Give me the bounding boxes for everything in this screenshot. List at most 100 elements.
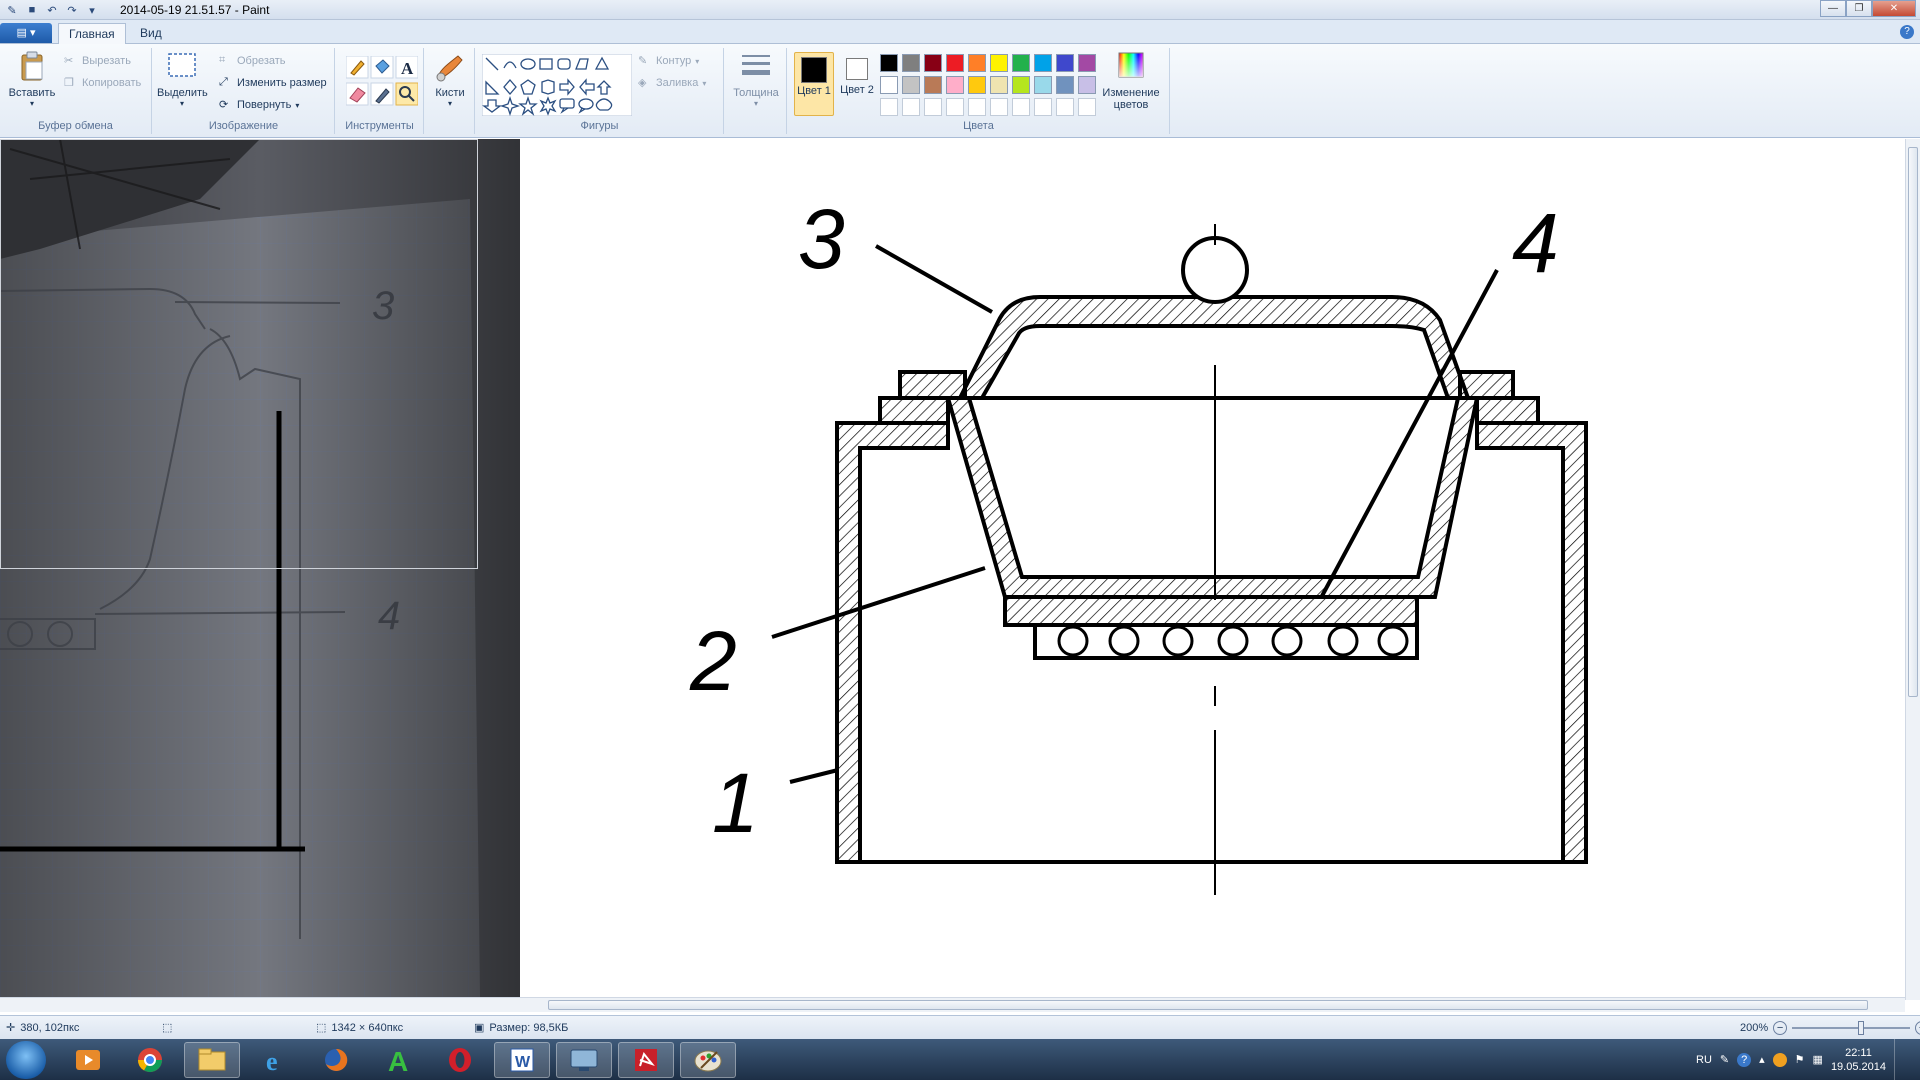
- help-tray-icon[interactable]: ?: [1737, 1052, 1752, 1067]
- color-swatch[interactable]: [1078, 76, 1096, 94]
- color-swatch[interactable]: [924, 76, 942, 94]
- clock[interactable]: 22:11 19.05.2014: [1831, 1046, 1886, 1074]
- opera-taskbar-icon[interactable]: [432, 1042, 488, 1078]
- drawing-canvas[interactable]: 1 2 3 4: [520, 139, 1905, 997]
- copy-button[interactable]: ❐ Копировать: [64, 76, 141, 90]
- minimize-button[interactable]: —: [1820, 0, 1846, 17]
- resize-button[interactable]: ⤢ Изменить размер: [219, 76, 327, 90]
- color-swatch[interactable]: [946, 54, 964, 72]
- canvas-workspace[interactable]: 3 4 1 2 3 4: [0, 139, 1905, 1000]
- color-swatch[interactable]: [1078, 54, 1096, 72]
- color-swatch[interactable]: [924, 98, 942, 116]
- size-button[interactable]: Толщина ▾: [731, 50, 781, 108]
- rotate-button[interactable]: ⟳ Повернуть ▾: [219, 98, 299, 112]
- pdf-reader-taskbar-icon[interactable]: [618, 1042, 674, 1078]
- shapes-gallery[interactable]: [482, 54, 632, 116]
- internet-explorer-taskbar-icon[interactable]: e: [248, 1042, 304, 1078]
- edit-colors-button[interactable]: Изменение цветов: [1098, 50, 1164, 111]
- color-swatch[interactable]: [946, 76, 964, 94]
- color-swatch[interactable]: [1078, 98, 1096, 116]
- tab-home[interactable]: Главная: [58, 23, 126, 44]
- vertical-scroll-thumb[interactable]: [1908, 147, 1918, 697]
- zoom-out-icon[interactable]: −: [1773, 1021, 1788, 1035]
- paste-button[interactable]: Вставить ▾: [4, 50, 60, 108]
- paint-taskbar-icon[interactable]: [680, 1042, 736, 1078]
- file-menu-button[interactable]: ▤ ▾: [0, 23, 52, 43]
- ribbon: Вставить ▾ ✂ Вырезать ❐ Копировать Буфер…: [0, 44, 1920, 138]
- horizontal-scrollbar[interactable]: [0, 997, 1905, 1012]
- a-app-taskbar-icon[interactable]: A: [370, 1042, 426, 1078]
- color-swatch[interactable]: [968, 98, 986, 116]
- color-swatch[interactable]: [880, 54, 898, 72]
- color-swatch[interactable]: [880, 76, 898, 94]
- color-swatch[interactable]: [990, 54, 1008, 72]
- tab-view[interactable]: Вид: [130, 23, 172, 44]
- color-swatch[interactable]: [968, 54, 986, 72]
- color-swatch[interactable]: [924, 54, 942, 72]
- chrome-taskbar-icon[interactable]: [122, 1042, 178, 1078]
- zoom-slider[interactable]: [1792, 1021, 1911, 1035]
- help-icon[interactable]: ?: [1900, 25, 1914, 39]
- undo-icon[interactable]: ↶: [44, 2, 60, 18]
- save-icon[interactable]: ■: [24, 2, 40, 18]
- color-swatch[interactable]: [902, 76, 920, 94]
- color-swatch[interactable]: [902, 54, 920, 72]
- image-dimensions-text: 1342 × 640пкс: [331, 1021, 404, 1034]
- tray-expand-icon[interactable]: ▴: [1759, 1053, 1765, 1066]
- cut-button[interactable]: ✂ Вырезать: [64, 54, 131, 68]
- color-swatch[interactable]: [1034, 98, 1052, 116]
- customize-qat-icon[interactable]: ▾: [84, 2, 100, 18]
- pasted-photo[interactable]: 3 4: [0, 139, 520, 997]
- fill-label: Заливка: [656, 77, 699, 89]
- redo-icon[interactable]: ↷: [64, 2, 80, 18]
- color-palette: [880, 54, 1098, 118]
- group-label-tools: Инструменты: [345, 120, 414, 132]
- select-button[interactable]: Выделить ▾: [157, 50, 208, 108]
- zoom-slider-thumb[interactable]: [1858, 1021, 1865, 1035]
- color1-swatch: [801, 57, 827, 83]
- brushes-button[interactable]: Кисти ▾: [429, 50, 471, 108]
- color-swatch[interactable]: [1034, 54, 1052, 72]
- color1-button[interactable]: Цвет 1: [794, 52, 834, 116]
- color-swatch[interactable]: [1034, 76, 1052, 94]
- file-size-text: Размер: 98,5КБ: [489, 1021, 569, 1034]
- ime-icon[interactable]: ✎: [1720, 1053, 1729, 1066]
- close-button[interactable]: ✕: [1872, 0, 1916, 17]
- color-swatch[interactable]: [990, 98, 1008, 116]
- color-swatch[interactable]: [1012, 54, 1030, 72]
- flag-tray-icon[interactable]: ⚑: [1795, 1053, 1805, 1066]
- word-taskbar-icon[interactable]: W: [494, 1042, 550, 1078]
- color-swatch[interactable]: [1012, 98, 1030, 116]
- zoom-control: 200% − +: [1740, 1021, 1920, 1035]
- color-swatch[interactable]: [968, 76, 986, 94]
- language-indicator[interactable]: RU: [1696, 1054, 1712, 1066]
- color-swatch[interactable]: [990, 76, 1008, 94]
- fill-button[interactable]: ◈ Заливка ▾: [638, 76, 706, 90]
- color-swatch[interactable]: [880, 98, 898, 116]
- vertical-scrollbar[interactable]: [1905, 139, 1920, 1000]
- update-tray-icon[interactable]: [1772, 1052, 1787, 1067]
- file-size: ▣ Размер: 98,5КБ: [474, 1021, 569, 1035]
- line-width-icon: [742, 55, 770, 75]
- color-swatch[interactable]: [1056, 76, 1074, 94]
- outline-button[interactable]: ✎ Контур ▾: [638, 54, 699, 68]
- color2-button[interactable]: Цвет 2: [838, 52, 876, 97]
- color-swatch[interactable]: [902, 98, 920, 116]
- maximize-button[interactable]: ❐: [1846, 0, 1872, 17]
- network-tray-icon[interactable]: ▦: [1813, 1053, 1823, 1066]
- zoom-in-icon[interactable]: +: [1915, 1021, 1920, 1035]
- horizontal-scroll-thumb[interactable]: [548, 1000, 1868, 1010]
- show-desktop-button[interactable]: [1894, 1039, 1906, 1080]
- media-player-taskbar-icon[interactable]: [60, 1042, 116, 1078]
- firefox-taskbar-icon[interactable]: [308, 1042, 364, 1078]
- start-button[interactable]: [6, 1041, 46, 1079]
- color-swatch[interactable]: [1056, 98, 1074, 116]
- explorer-taskbar-icon[interactable]: [184, 1042, 240, 1078]
- group-brushes[interactable]: Кисти ▾: [425, 48, 475, 134]
- virtual-machine-taskbar-icon[interactable]: [556, 1042, 612, 1078]
- color-swatch[interactable]: [1012, 76, 1030, 94]
- crop-button[interactable]: ⌗ Обрезать: [219, 54, 286, 68]
- color-swatch[interactable]: [946, 98, 964, 116]
- paint-app-icon[interactable]: ✎: [4, 2, 20, 18]
- color-swatch[interactable]: [1056, 54, 1074, 72]
